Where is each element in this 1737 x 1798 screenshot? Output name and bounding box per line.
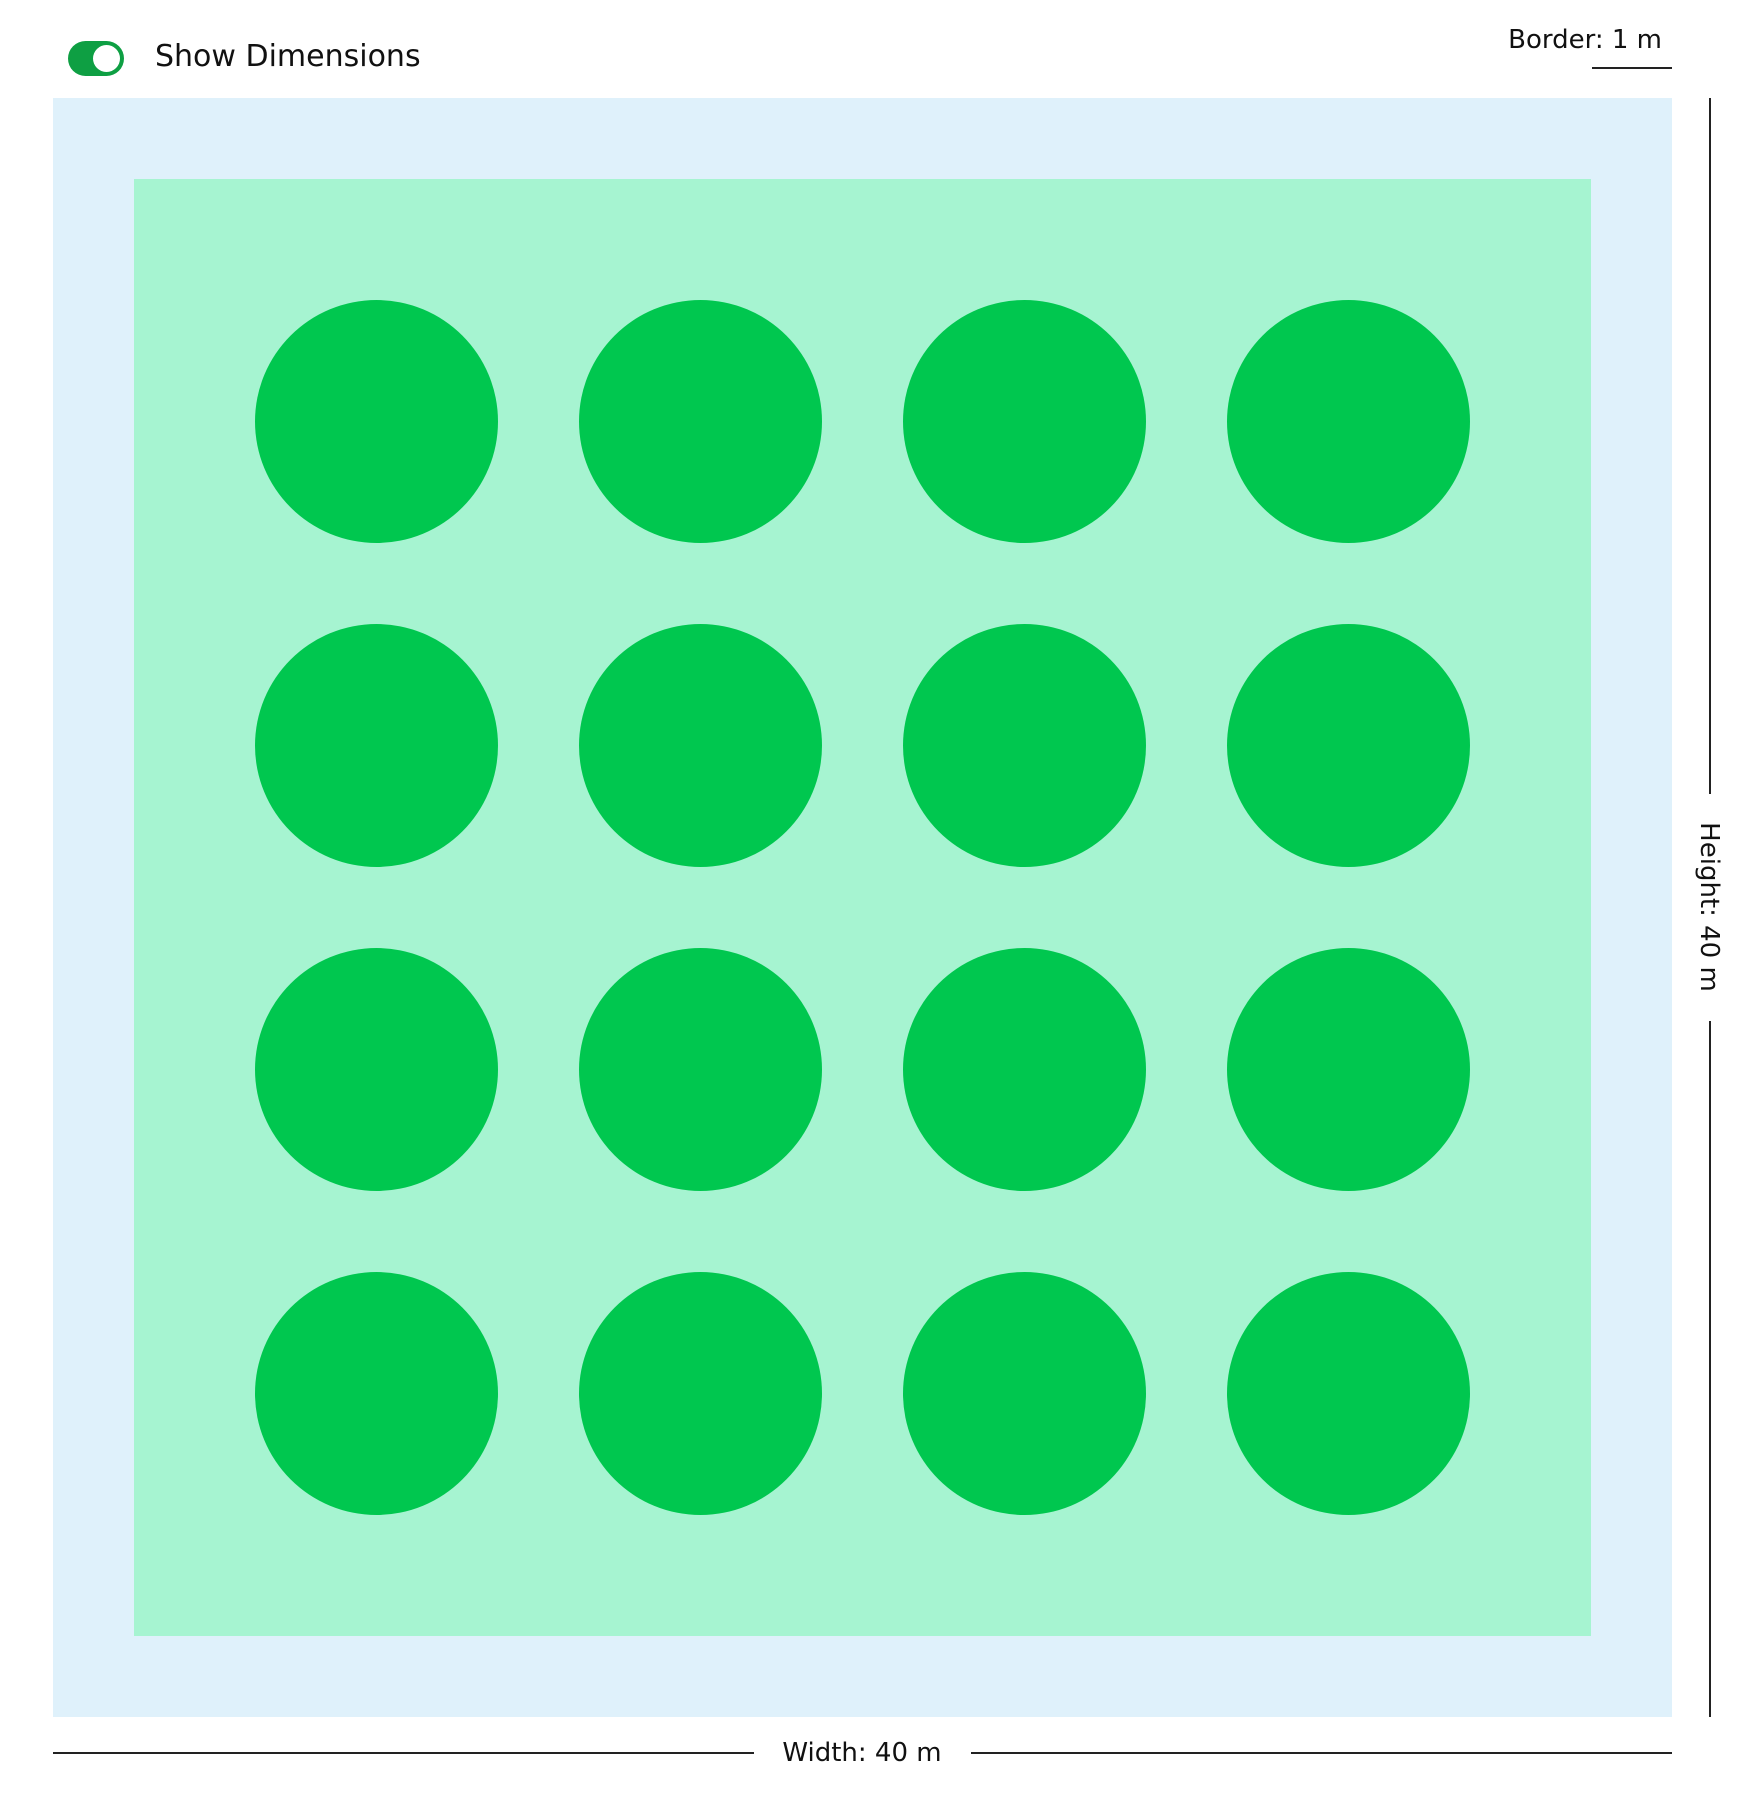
plant-circle: [255, 1272, 498, 1515]
show-dimensions-toggle[interactable]: [68, 41, 124, 76]
plant-circle: [903, 300, 1146, 543]
plant-circle: [579, 948, 822, 1191]
toggle-knob: [93, 45, 120, 72]
border-area: [53, 98, 1672, 1717]
plant-circle: [579, 1272, 822, 1515]
plant-circle: [579, 300, 822, 543]
height-dimension-line-top: [1709, 98, 1711, 794]
border-dimension-line: [1592, 67, 1672, 69]
growing-area: [134, 179, 1591, 1636]
plant-circle: [1227, 1272, 1470, 1515]
width-dimension-line-right: [971, 1752, 1672, 1754]
plant-circle: [1227, 624, 1470, 867]
plant-circle: [579, 624, 822, 867]
plant-circle: [255, 300, 498, 543]
plant-circle: [1227, 948, 1470, 1191]
height-dimension-line-bottom: [1709, 1021, 1711, 1717]
plant-grid: [255, 300, 1470, 1515]
show-dimensions-label: Show Dimensions: [155, 39, 421, 74]
plant-circle: [903, 624, 1146, 867]
plant-circle: [255, 948, 498, 1191]
plant-circle: [1227, 300, 1470, 543]
plant-circle: [903, 948, 1146, 1191]
width-dimension-label: Width: 40 m: [782, 1738, 942, 1768]
border-dimension-label: Border: 1 m: [1508, 25, 1662, 55]
plant-circle: [903, 1272, 1146, 1515]
height-dimension-label: Height: 40 m: [1694, 822, 1724, 992]
plant-circle: [255, 624, 498, 867]
width-dimension-line-left: [53, 1752, 754, 1754]
